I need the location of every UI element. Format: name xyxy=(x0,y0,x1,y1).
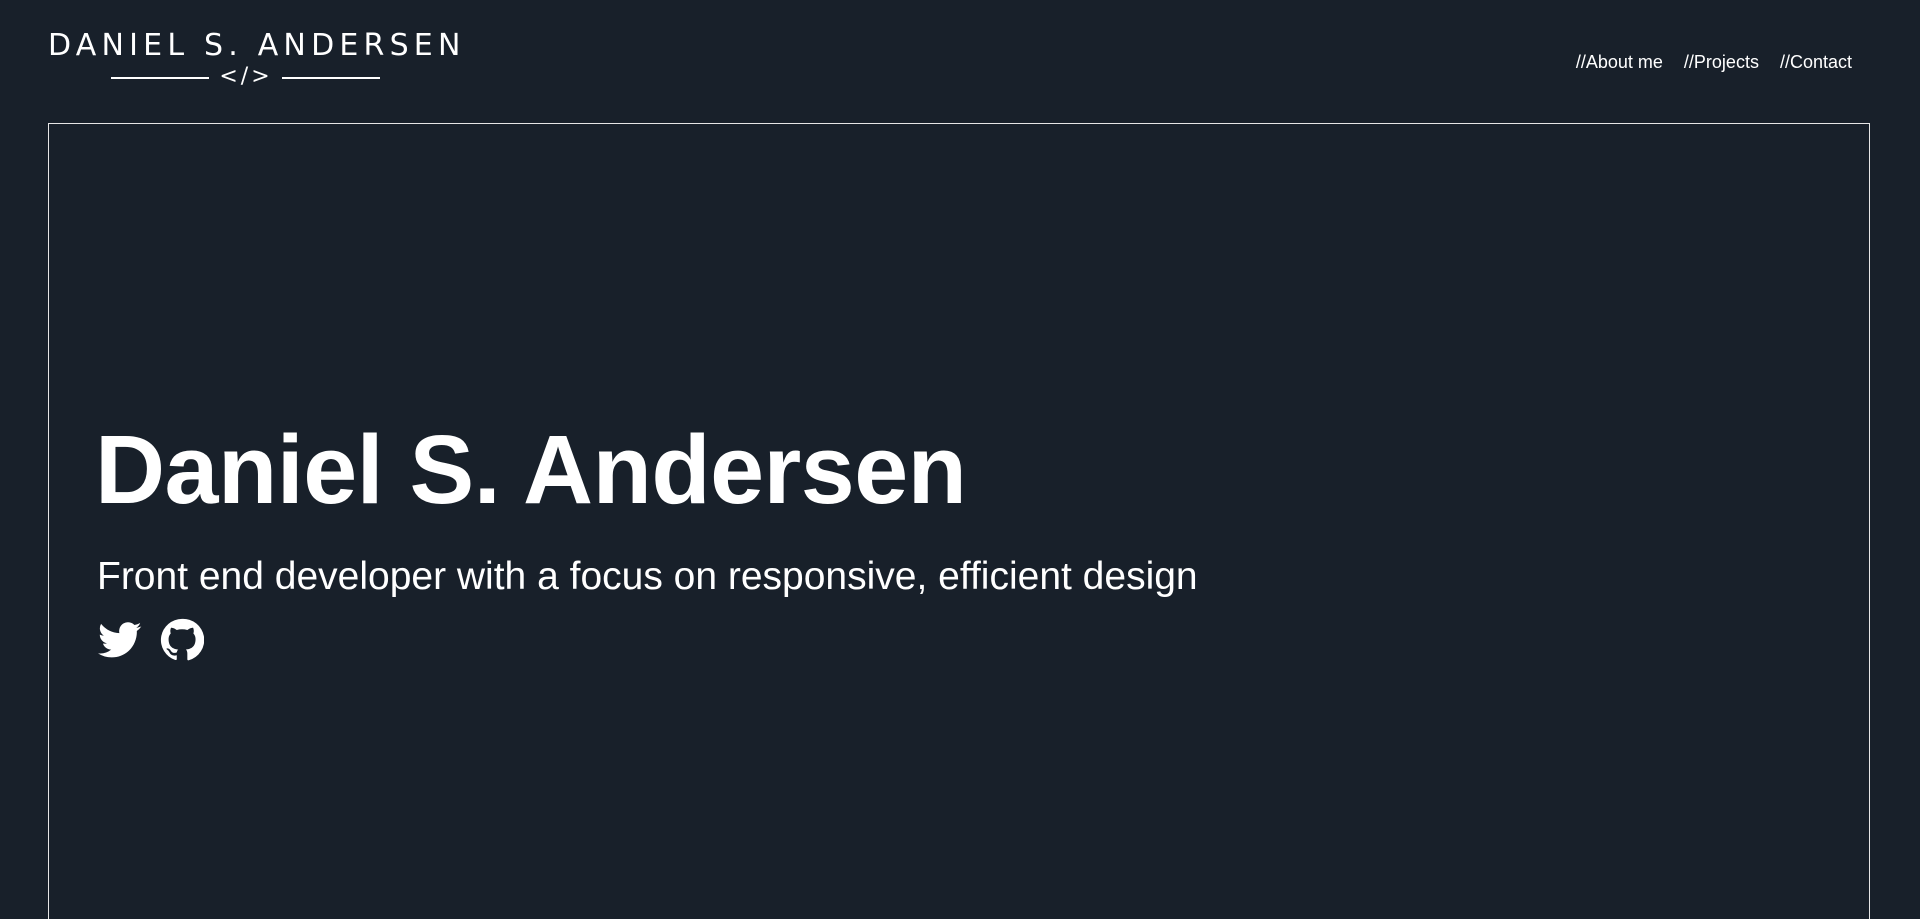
nav-link-about-me[interactable]: //About me xyxy=(1576,50,1663,74)
social-links xyxy=(98,618,204,662)
logo-subline: </> xyxy=(48,64,444,92)
main-nav: //About me //Projects //Contact xyxy=(1576,50,1852,74)
page: DANIEL S. ANDERSEN </> //About me //Proj… xyxy=(0,0,1920,919)
site-logo[interactable]: DANIEL S. ANDERSEN </> xyxy=(48,28,466,92)
hero-title: Daniel S. Andersen xyxy=(95,415,967,524)
github-link[interactable] xyxy=(160,618,204,662)
logo-divider-right xyxy=(282,77,380,79)
nav-link-projects[interactable]: //Projects xyxy=(1684,50,1759,74)
logo-name: DANIEL S. ANDERSEN xyxy=(48,28,466,63)
logo-divider-left xyxy=(111,77,209,79)
hero-subtitle: Front end developer with a focus on resp… xyxy=(97,555,1198,598)
twitter-icon xyxy=(98,622,142,658)
logo-code-symbol: </> xyxy=(219,64,273,89)
twitter-link[interactable] xyxy=(98,618,142,662)
github-icon xyxy=(160,618,204,661)
nav-link-contact[interactable]: //Contact xyxy=(1780,50,1852,74)
